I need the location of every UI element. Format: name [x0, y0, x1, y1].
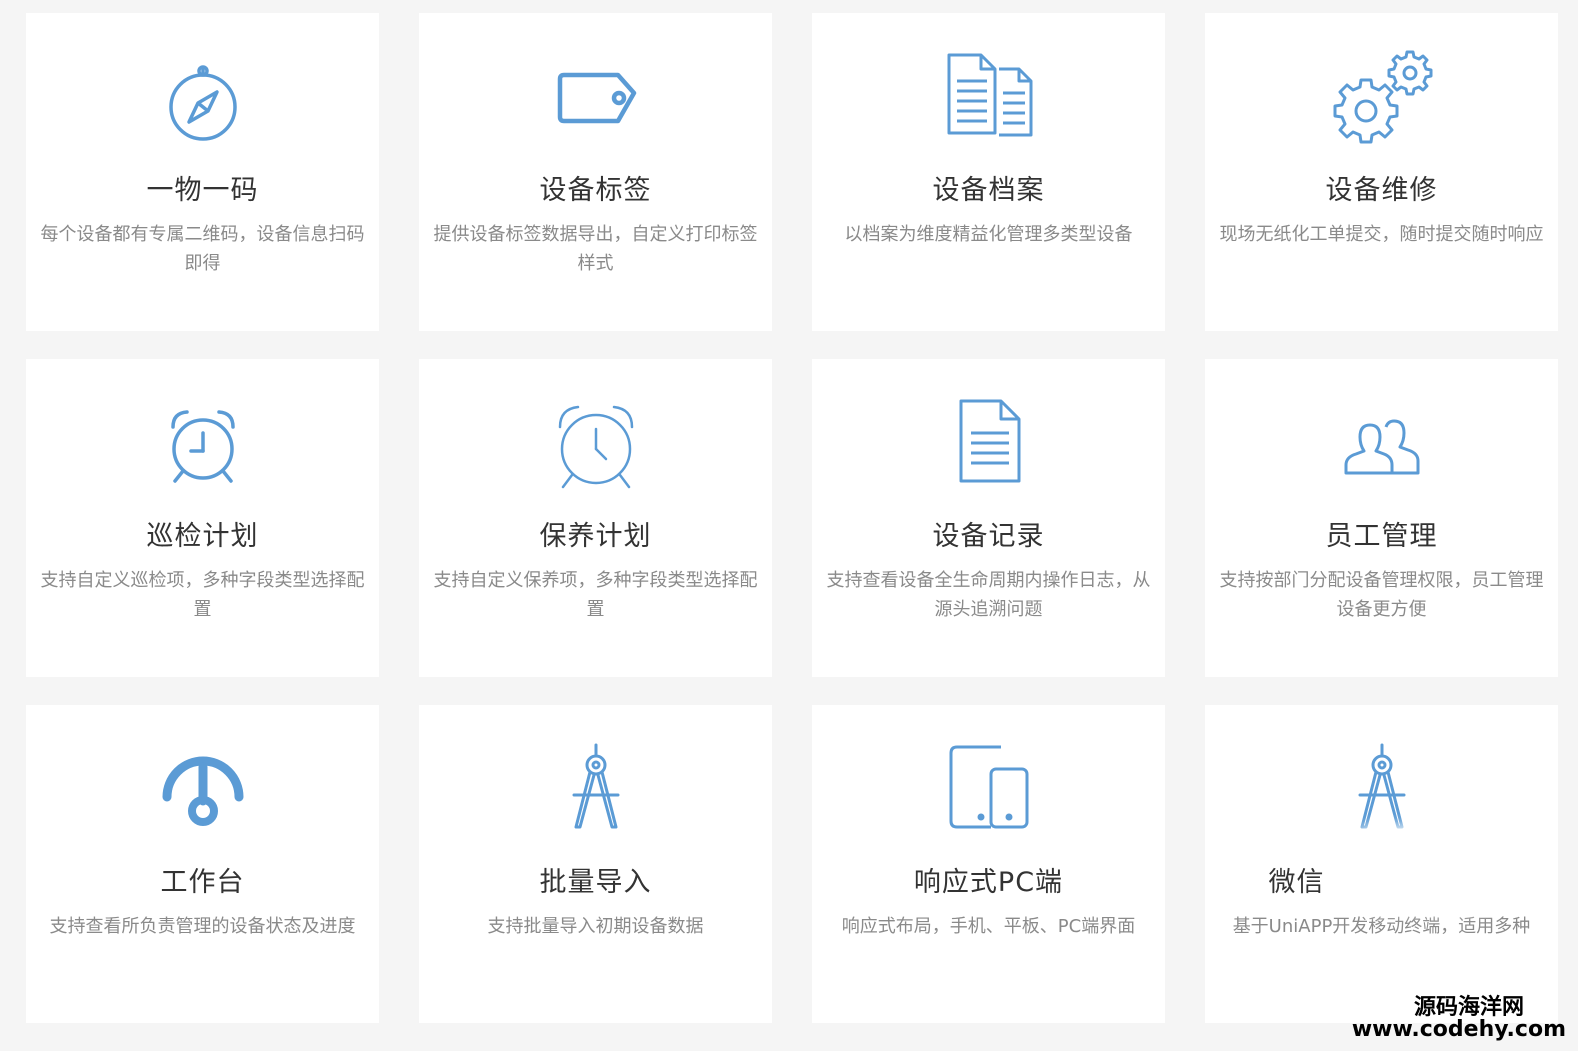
feature-card-maintenance[interactable]: 保养计划 支持自定义保养项，多种字段类型选择配置: [419, 359, 772, 677]
feature-card-workbench[interactable]: 工作台 支持查看所负责管理的设备状态及进度: [26, 705, 379, 1023]
feature-card-import[interactable]: 批量导入 支持批量导入初期设备数据: [419, 705, 772, 1023]
card-description: 支持按部门分配设备管理权限，员工管理设备更方便: [1219, 570, 1544, 620]
card-title: 批量导入: [539, 867, 652, 898]
card-title: 设备标签: [539, 175, 652, 206]
feature-card-staff[interactable]: 员工管理 支持按部门分配设备管理权限，员工管理设备更方便: [1205, 359, 1558, 677]
feature-card-qrcode[interactable]: 一物一码 每个设备都有专属二维码，设备信息扫码即得: [26, 13, 379, 331]
card-description: 支持自定义巡检项，多种字段类型选择配置: [40, 570, 365, 620]
feature-card-label[interactable]: 设备标签 提供设备标签数据导出，自定义打印标签样式: [419, 13, 772, 331]
tag-icon: [546, 51, 646, 151]
card-title: 设备维修: [1325, 175, 1438, 206]
drafting-compass-icon: [1332, 743, 1432, 843]
card-title: 员工管理: [1325, 521, 1438, 552]
compass-icon: [153, 51, 253, 151]
gears-icon: [1332, 50, 1432, 151]
feature-card-archive[interactable]: 设备档案 以档案为维度精益化管理多类型设备: [812, 13, 1165, 331]
card-title: 设备档案: [932, 175, 1045, 206]
watermark-site-name: 源码海洋网: [1413, 995, 1524, 1020]
card-title: 一物一码: [146, 175, 259, 206]
card-description: 提供设备标签数据导出，自定义打印标签样式: [433, 224, 758, 274]
dashboard-icon: [153, 743, 253, 843]
overlay-bubble: [1356, 832, 1494, 906]
card-description: 支持批量导入初期设备数据: [487, 916, 704, 937]
feature-card-record[interactable]: 设备记录 支持查看设备全生命周期内操作日志，从源头追溯问题: [812, 359, 1165, 677]
feature-card-inspection[interactable]: 巡检计划 支持自定义巡检项，多种字段类型选择配置: [26, 359, 379, 677]
card-description: 支持查看所负责管理的设备状态及进度: [49, 916, 356, 937]
card-description: 响应式布局，手机、平板、PC端界面: [841, 916, 1136, 937]
documents-icon: [939, 51, 1039, 151]
alarm-clock-outline-icon: [546, 397, 646, 497]
feature-grid: 一物一码 每个设备都有专属二维码，设备信息扫码即得 设备标签 提供设备标签数据导…: [26, 13, 1558, 1023]
users-icon: [1332, 397, 1432, 497]
drafting-compass-icon: [546, 743, 646, 843]
card-description: 现场无纸化工单提交，随时提交随时响应: [1219, 224, 1544, 245]
card-description: 支持查看设备全生命周期内操作日志，从源头追溯问题: [826, 570, 1151, 620]
card-description: 以档案为维度精益化管理多类型设备: [844, 224, 1133, 245]
card-title: 工作台: [160, 867, 245, 898]
card-description: 每个设备都有专属二维码，设备信息扫码即得: [40, 224, 365, 274]
feature-card-repair[interactable]: 设备维修 现场无纸化工单提交，随时提交随时响应: [1205, 13, 1558, 331]
card-title: 设备记录: [932, 521, 1045, 552]
card-title: 巡检计划: [146, 521, 259, 552]
card-description: 基于UniAPP开发移动终端，适用多种: [1232, 916, 1531, 937]
card-description: 支持自定义保养项，多种字段类型选择配置: [433, 570, 758, 620]
card-title: 保养计划: [539, 521, 652, 552]
watermark: 源码海洋网 www.codehy.com: [1352, 997, 1566, 1041]
alarm-clock-icon: [153, 397, 253, 497]
document-icon: [939, 397, 1039, 497]
devices-icon: [939, 743, 1039, 843]
watermark-url: www.codehy.com: [1351, 1017, 1566, 1042]
